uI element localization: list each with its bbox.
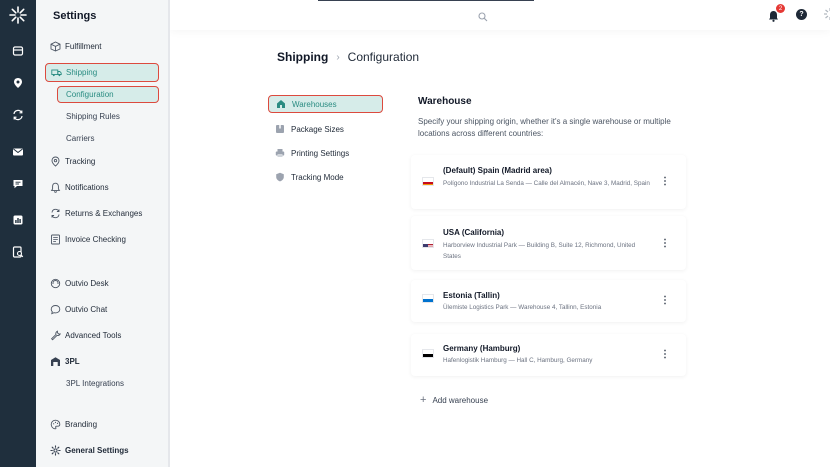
warehouse-card[interactable]: Estonia (Tallin) Ülemiste Logistics Park… [411,280,686,322]
home-icon [276,99,286,109]
sidebar-item-label: Fulfillment [65,41,102,51]
chat-bubble-icon [50,304,61,315]
avatar[interactable] [820,7,830,26]
warehouse-icon [50,356,61,367]
add-warehouse-button[interactable]: + Add warehouse [420,394,488,406]
refresh-icon [50,208,61,219]
sidebar-title: Settings [53,10,97,22]
warehouse-name: (Default) Spain (Madrid area) [443,166,552,175]
sidebar-item-branding[interactable]: Branding [50,415,97,433]
app-root: 2 ? Settings Fulfillment Shipping Config… [0,0,830,467]
sidebar-subitem-carriers[interactable]: Carriers [66,134,94,143]
config-nav-package-sizes[interactable]: Package Sizes [268,120,383,138]
chat-icon[interactable] [11,177,25,191]
add-warehouse-label: Add warehouse [432,395,489,405]
box-icon [50,40,61,52]
shield-icon [275,172,285,182]
page-title: Configuration [347,50,420,64]
sidebar-item-label: Branding [65,419,98,429]
sidebar-subitem-3pl-integrations[interactable]: 3PL Integrations [66,379,124,388]
chevron-right-icon: › [336,51,340,63]
warehouse-name: Estonia (Tallin) [443,291,500,300]
sidebar-item-label: Notifications [65,182,109,192]
sidebar-item-label: General Settings [65,445,129,455]
sidebar-item-label: Advanced Tools [65,330,122,340]
warehouse-name: Germany (Hamburg) [443,344,521,353]
help-icon[interactable]: ? [796,9,807,20]
warehouse-card[interactable]: USA (California) Harborview Industrial P… [411,216,686,270]
bell-icon [50,182,61,193]
icon-rail [0,0,36,467]
warehouse-card[interactable]: (Default) Spain (Madrid area) Polígono I… [411,155,686,209]
more-options-icon[interactable]: ⋮ [660,175,670,187]
sidebar-item-label: Outvio Desk [65,278,109,288]
logo-icon[interactable] [8,5,28,25]
package-icon[interactable] [11,44,25,58]
config-nav-printing-settings[interactable]: Printing Settings [268,144,383,162]
usa-flag-icon [422,239,434,248]
spain-flag-icon [422,177,434,186]
mail-icon[interactable] [11,145,25,159]
config-nav-label: Tracking Mode [291,172,344,182]
warehouse-address: Ülemiste Logistics Park — Warehouse 4, T… [443,304,602,311]
invoice-search-icon[interactable] [11,245,25,259]
chart-icon[interactable] [11,213,25,227]
more-options-icon[interactable]: ⋮ [660,294,670,306]
sidebar-item-outvio-chat[interactable]: Outvio Chat [50,300,107,318]
estonia-flag-icon [422,294,434,303]
warehouse-address: Hafenlogistik Hamburg — Hall C, Hamburg,… [443,357,593,364]
location-pin-icon[interactable] [11,76,25,90]
breadcrumb: Shipping › Configuration [277,50,419,64]
config-nav-label: Warehouses [292,99,337,109]
sidebar-item-general-settings[interactable]: General Settings [50,441,129,459]
sidebar-item-label: Outvio Chat [65,304,108,314]
search-icon[interactable] [478,9,488,27]
sidebar-item-tracking[interactable]: Tracking [50,152,95,170]
sidebar-subitem-configuration[interactable]: Configuration [57,86,159,103]
config-nav-label: Printing Settings [291,148,350,158]
sidebar-item-label: Shipping [66,68,98,77]
sidebar-item-invoice-checking[interactable]: Invoice Checking [50,230,126,248]
sidebar-item-3pl[interactable]: 3PL [50,352,80,370]
sidebar-item-label: 3PL [65,356,80,366]
warehouse-address: Harborview Industrial Park — Building B,… [443,242,636,260]
section-title: Warehouse [418,96,472,107]
plus-icon: + [420,394,427,406]
warehouse-name: USA (California) [443,228,505,237]
search-bar-edge [318,0,534,1]
palette-icon [50,419,61,430]
sidebar-item-fulfillment[interactable]: Fulfillment [50,37,101,55]
warehouse-card[interactable]: Germany (Hamburg) Hafenlogistik Hamburg … [411,334,686,376]
printer-icon [275,148,285,158]
breadcrumb-shipping[interactable]: Shipping [277,50,328,64]
notification-badge: 2 [776,4,785,13]
sidebar-item-label: Returns & Exchanges [65,208,143,218]
sidebar-item-returns-exchanges[interactable]: Returns & Exchanges [50,204,142,222]
section-description: Specify your shipping origin, whether it… [418,117,671,138]
sidebar-item-shipping[interactable]: Shipping [45,63,159,82]
more-options-icon[interactable]: ⋮ [660,348,670,360]
tools-icon [50,330,61,341]
truck-icon [51,67,62,78]
config-nav-tracking-mode[interactable]: Tracking Mode [268,168,383,186]
desk-icon [50,278,61,289]
config-nav-warehouses[interactable]: Warehouses [268,95,383,113]
config-nav-label: Package Sizes [291,124,344,134]
sidebar-item-advanced-tools[interactable]: Advanced Tools [50,326,121,344]
sidebar-item-label: Tracking [65,156,96,166]
warehouse-address: Polígono Industrial La Senda — Calle del… [443,180,650,187]
sidebar-item-outvio-desk[interactable]: Outvio Desk [50,274,109,292]
package-icon [275,124,285,134]
refresh-icon[interactable] [11,108,25,122]
top-bar [170,0,830,30]
sidebar-scrollbar[interactable] [168,0,170,467]
sidebar-item-label: Invoice Checking [65,234,126,244]
sidebar-item-notifications[interactable]: Notifications [50,178,109,196]
gear-icon [50,444,61,456]
sidebar-subitem-shipping-rules[interactable]: Shipping Rules [66,112,120,121]
germany-flag-icon [422,349,434,358]
location-pin-icon [50,156,61,167]
more-options-icon[interactable]: ⋮ [660,237,670,249]
invoice-icon [50,234,61,245]
